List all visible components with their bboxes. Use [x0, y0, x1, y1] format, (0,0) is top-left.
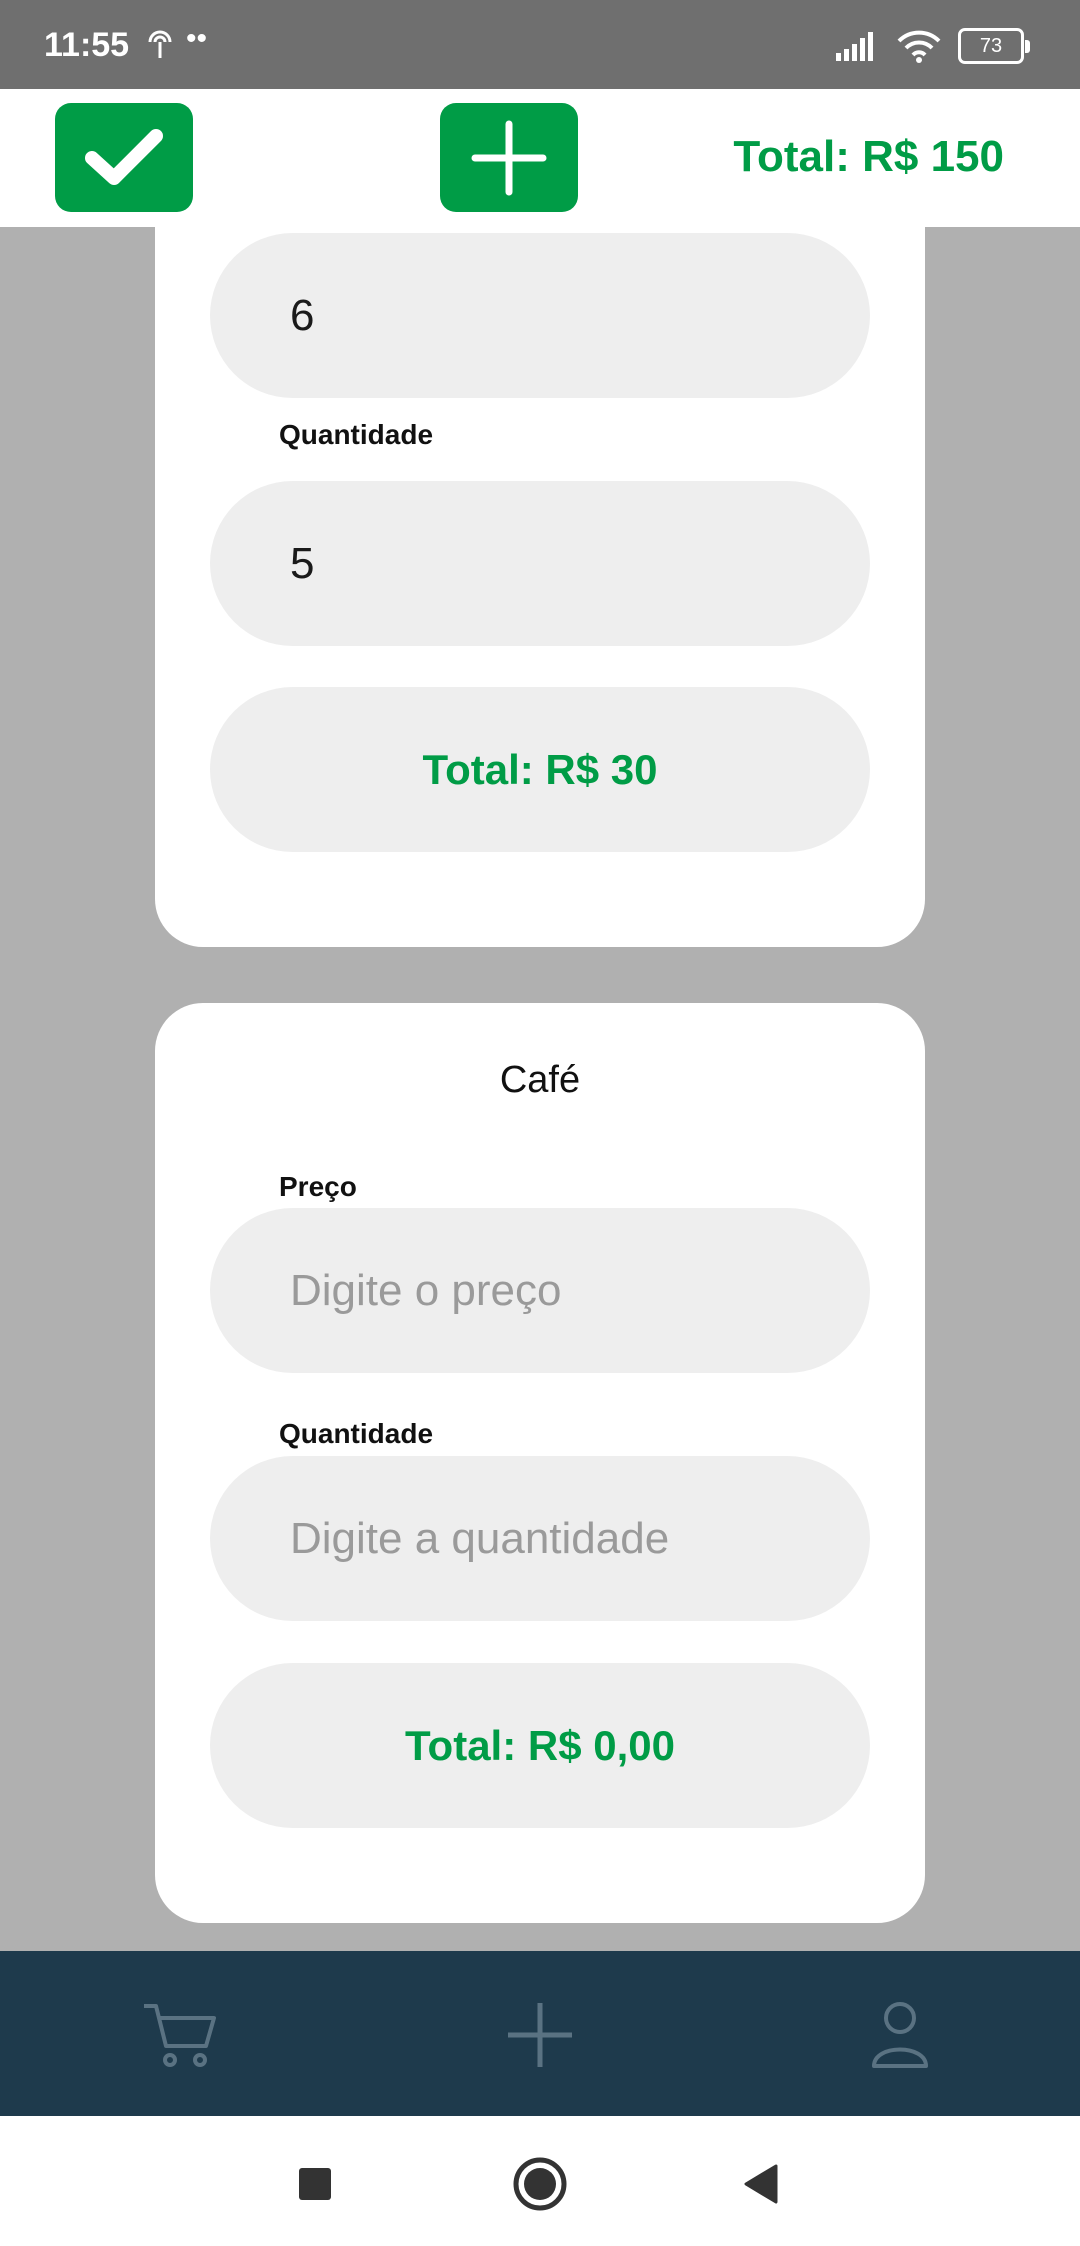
quantity-input[interactable]: Digite a quantidade	[210, 1456, 870, 1621]
price-input[interactable]: 6	[210, 233, 870, 398]
status-time: 11:55	[44, 26, 130, 64]
price-input[interactable]: Digite o preço	[210, 1208, 870, 1373]
recent-apps-button[interactable]	[285, 2154, 345, 2214]
confirm-button[interactable]	[55, 103, 193, 212]
home-button[interactable]	[510, 2154, 570, 2214]
home-circle-icon	[513, 2157, 567, 2211]
more-notifications-dots: ••	[186, 22, 208, 55]
item-card: 6 Quantidade 5 Total: R$ 30	[155, 227, 925, 947]
item-name: Café	[499, 1059, 581, 1101]
items-list[interactable]: 6 Quantidade 5 Total: R$ 30 Café Preço D…	[0, 227, 1080, 1951]
plus-icon	[508, 2003, 572, 2067]
bottom-nav	[0, 1951, 1080, 2116]
quantity-input[interactable]: 5	[210, 481, 870, 646]
add-item-button[interactable]	[440, 103, 578, 212]
top-action-bar: Total: R$ 150	[0, 89, 1080, 227]
square-icon	[299, 2168, 331, 2200]
cart-icon	[144, 2004, 216, 2067]
wifi-icon	[897, 30, 941, 63]
quantity-label: Quantidade	[279, 1418, 434, 1449]
battery-indicator: 73	[958, 28, 1030, 64]
status-bar: 11:55 •• 73	[0, 0, 1080, 89]
checkmark-icon	[85, 128, 163, 185]
item-total: Total: R$ 30	[210, 687, 870, 852]
item-card: Café Preço Digite o preço Quantidade Dig…	[155, 1003, 925, 1923]
back-triangle-icon	[744, 2164, 778, 2204]
nav-cart[interactable]	[140, 1995, 220, 2075]
price-label: Preço	[279, 1171, 357, 1202]
grand-total: Total: R$ 150	[733, 132, 1004, 181]
signal-icon	[836, 32, 873, 61]
nav-add[interactable]	[500, 1995, 580, 2075]
quantity-label: Quantidade	[279, 419, 434, 450]
system-nav-bar	[0, 2116, 1080, 2246]
user-icon	[872, 2002, 928, 2068]
back-button[interactable]	[730, 2154, 790, 2214]
item-total: Total: R$ 0,00	[210, 1663, 870, 1828]
plus-icon	[471, 120, 547, 195]
nav-profile[interactable]	[860, 1995, 940, 2075]
